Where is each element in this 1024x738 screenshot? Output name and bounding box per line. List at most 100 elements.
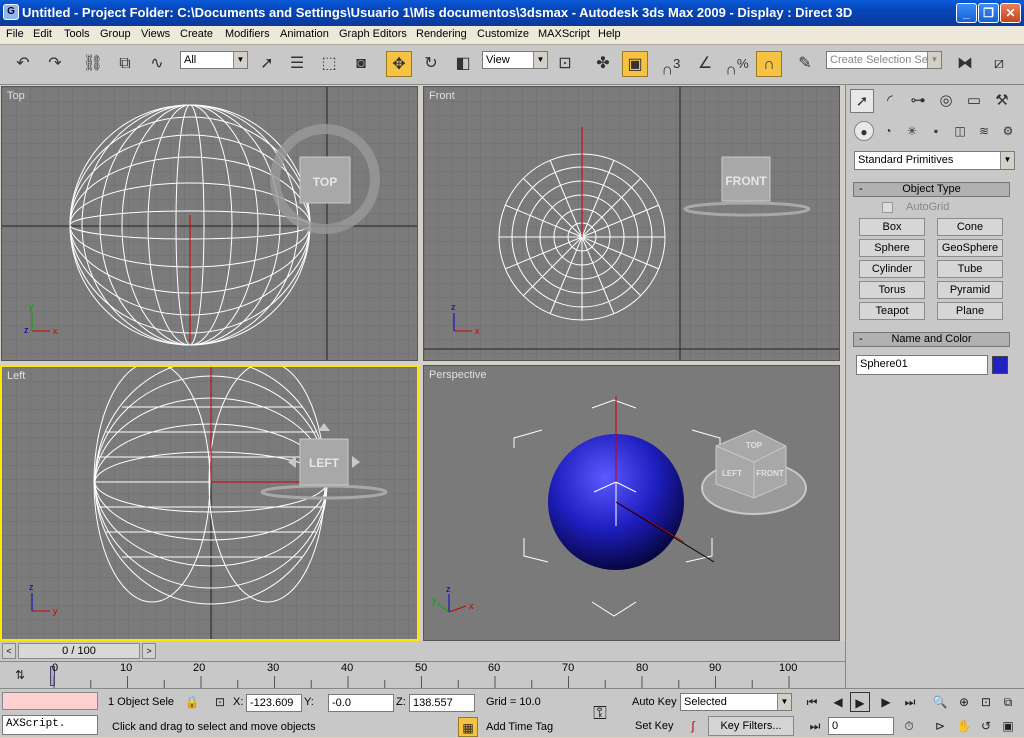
snaps-toggle-icon[interactable]: ∩3 — [658, 51, 684, 78]
menu-maxscript[interactable]: MAXScript — [538, 28, 590, 40]
menu-create[interactable]: Create — [180, 28, 213, 40]
previous-frame-icon[interactable]: ◀ — [828, 692, 848, 712]
autogrid-checkbox[interactable] — [882, 202, 893, 213]
redo-icon[interactable]: ↷ — [42, 51, 68, 77]
selection-filter-dropdown[interactable]: All ▼ — [180, 51, 248, 69]
window-crossing-icon[interactable]: ◙ — [348, 51, 374, 77]
viewport-label-front[interactable]: Front — [429, 90, 455, 102]
z-coord-field[interactable]: 138.557 — [409, 694, 475, 712]
cameras-icon[interactable]: ▪ — [926, 121, 946, 141]
viewport-label-left[interactable]: Left — [7, 370, 25, 382]
teapot-button[interactable]: Teapot — [859, 302, 925, 320]
align-icon[interactable]: ⧄ — [986, 51, 1012, 77]
edit-named-selection-icon[interactable]: ✎ — [792, 51, 818, 77]
cone-button[interactable]: Cone — [937, 218, 1003, 236]
torus-button[interactable]: Torus — [859, 281, 925, 299]
zoom-extents-icon[interactable]: ⊡ — [976, 692, 996, 712]
auto-key-button[interactable]: Auto Key — [632, 696, 677, 708]
link-icon[interactable]: ⛓ — [80, 51, 106, 77]
utilities-tab-icon[interactable]: ⚒ — [990, 89, 1014, 113]
viewport-label-perspective[interactable]: Perspective — [429, 369, 486, 381]
create-tab-icon[interactable]: ➚ — [850, 89, 874, 113]
reference-coordinate-dropdown[interactable]: View ▼ — [482, 51, 548, 69]
object-color-swatch[interactable] — [992, 356, 1008, 374]
rectangular-selection-icon[interactable]: ⬚ — [316, 51, 342, 77]
plane-button[interactable]: Plane — [937, 302, 1003, 320]
hierarchy-tab-icon[interactable]: ⊶ — [906, 89, 930, 113]
viewport-top[interactable]: TOP x y z Top — [1, 86, 418, 361]
select-and-scale-icon[interactable]: ◧ — [450, 51, 476, 77]
cylinder-button[interactable]: Cylinder — [859, 260, 925, 278]
pivot-center-icon[interactable]: ⊡ — [552, 51, 578, 77]
menu-modifiers[interactable]: Modifiers — [225, 28, 270, 40]
helpers-icon[interactable]: ◫ — [950, 121, 970, 141]
geosphere-button[interactable]: GeoSphere — [937, 239, 1003, 257]
next-frame-icon[interactable]: ▶ — [876, 692, 896, 712]
object-name-field[interactable]: Sphere01 — [856, 355, 988, 375]
maxscript-mini-listener[interactable]: AXScript. — [2, 715, 98, 735]
restore-button[interactable]: ❐ — [978, 3, 999, 23]
pyramid-button[interactable]: Pyramid — [937, 281, 1003, 299]
zoom-extents-all-icon[interactable]: ⧉ — [998, 692, 1018, 712]
viewport-left[interactable]: LEFT y z Left — [0, 365, 419, 641]
set-key-icon[interactable]: ⚿ — [590, 703, 610, 723]
pan-view-icon[interactable]: ✋ — [954, 716, 974, 736]
maxscript-mini-listener-top[interactable] — [2, 692, 98, 710]
geometry-icon[interactable]: ● — [854, 121, 874, 141]
menu-views[interactable]: Views — [141, 28, 170, 40]
select-by-name-icon[interactable]: ☰ — [284, 51, 310, 77]
motion-tab-icon[interactable]: ◎ — [934, 89, 958, 113]
time-next-icon[interactable]: > — [142, 643, 156, 659]
menu-help[interactable]: Help — [598, 28, 621, 40]
x-coord-field[interactable]: -123.609 — [246, 694, 302, 712]
orbit-icon[interactable]: ↺ — [976, 716, 996, 736]
spinner-snap-icon[interactable]: ∩ — [756, 51, 782, 77]
select-and-rotate-icon[interactable]: ↻ — [418, 51, 444, 77]
name-color-rollout-header[interactable]: - Name and Color — [853, 332, 1010, 347]
3ds-max-icon[interactable]: G — [3, 4, 19, 20]
select-and-move-icon[interactable]: ✥ — [386, 51, 412, 77]
mini-curve-editor-icon[interactable]: ⇅ — [10, 665, 30, 685]
tube-button[interactable]: Tube — [937, 260, 1003, 278]
manipulate-icon[interactable]: ✤ — [590, 51, 616, 77]
mirror-icon[interactable]: ⧓ — [952, 51, 978, 77]
absolute-mode-icon[interactable]: ⊡ — [210, 692, 230, 712]
modify-tab-icon[interactable]: ◜ — [878, 89, 902, 113]
systems-icon[interactable]: ⚙ — [998, 121, 1018, 141]
add-time-tag-button[interactable]: Add Time Tag — [486, 721, 553, 733]
maximize-viewport-icon[interactable]: ▣ — [998, 716, 1018, 736]
menu-edit[interactable]: Edit — [33, 28, 52, 40]
close-button[interactable]: ✕ — [1000, 3, 1021, 23]
time-slider-thumb[interactable]: 0 / 100 — [18, 643, 140, 659]
key-filters-button[interactable]: Key Filters... — [708, 716, 794, 736]
space-warps-icon[interactable]: ≋ — [974, 121, 994, 141]
y-coord-field[interactable]: -0.0 — [328, 694, 394, 712]
time-prev-icon[interactable]: < — [2, 643, 16, 659]
named-selection-set-dropdown[interactable]: Create Selection Set ▼ — [826, 51, 942, 69]
lock-selection-icon[interactable]: 🔒 — [182, 692, 202, 712]
menu-graph-editors[interactable]: Graph Editors — [339, 28, 407, 40]
viewport-front[interactable]: FRONT x z Front — [423, 86, 840, 361]
set-key-button[interactable]: Set Key — [635, 720, 674, 732]
add-time-tag-icon[interactable]: ▦ — [458, 717, 478, 737]
minimize-button[interactable]: _ — [956, 3, 977, 23]
field-of-view-icon[interactable]: ⊳ — [930, 716, 950, 736]
percent-snap-icon[interactable]: ∩% — [724, 51, 750, 78]
menu-tools[interactable]: Tools — [64, 28, 90, 40]
lights-icon[interactable]: ✳ — [902, 121, 922, 141]
menu-rendering[interactable]: Rendering — [416, 28, 467, 40]
key-mode-dropdown[interactable]: Selected ▼ — [680, 693, 792, 711]
primitive-category-dropdown[interactable]: Standard Primitives ▼ — [854, 151, 1015, 170]
play-icon[interactable]: ▶ — [850, 692, 870, 712]
zoom-all-icon[interactable]: ⊕ — [954, 692, 974, 712]
current-frame-field[interactable]: 0 — [828, 717, 894, 735]
zoom-icon[interactable]: 🔍 — [930, 692, 950, 712]
track-bar[interactable]: ⇅ 0 10 20 30 40 50 60 70 80 90 100 — [0, 661, 845, 688]
go-to-start-icon[interactable]: ⏮ — [802, 692, 822, 712]
viewport-label-top[interactable]: Top — [7, 90, 25, 102]
menu-customize[interactable]: Customize — [477, 28, 529, 40]
default-tangents-icon[interactable]: ∫ — [683, 716, 703, 736]
angle-snap-icon[interactable]: ∠ — [692, 51, 718, 77]
display-tab-icon[interactable]: ▭ — [962, 89, 986, 113]
go-to-end-icon[interactable]: ⏭ — [900, 692, 920, 712]
